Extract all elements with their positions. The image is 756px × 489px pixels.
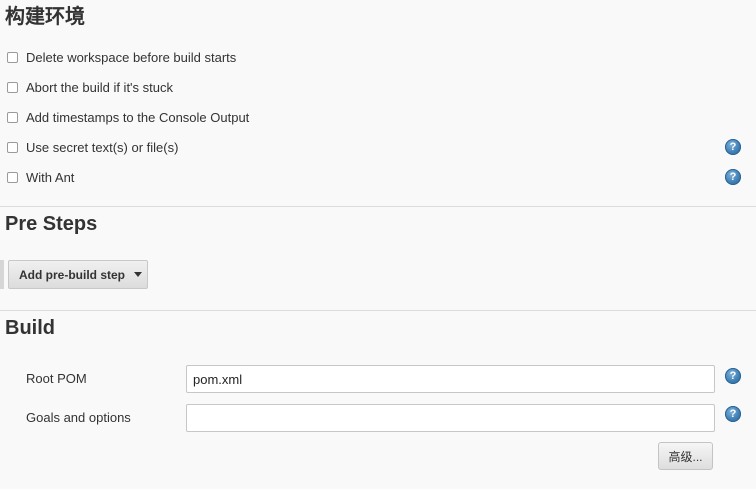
option-abort-if-stuck[interactable]: Abort the build if it's stuck: [7, 77, 173, 97]
option-label-use-secret-text: Use secret text(s) or file(s): [26, 139, 179, 155]
section-title-pre-steps: Pre Steps: [5, 213, 98, 235]
option-add-timestamps[interactable]: Add timestamps to the Console Output: [7, 107, 249, 127]
section-title-build-environment: 构建环境: [5, 6, 85, 28]
root-pom-input[interactable]: [186, 365, 715, 393]
checkbox-delete-workspace[interactable]: [7, 51, 18, 63]
root-pom-label: Root POM: [26, 371, 87, 386]
checkbox-add-timestamps[interactable]: [7, 111, 18, 123]
option-label-with-ant: With Ant: [26, 169, 75, 185]
checkbox-abort-if-stuck[interactable]: [7, 81, 18, 93]
help-icon-with-ant[interactable]: ?: [725, 169, 741, 185]
section-edge-marker: [0, 260, 4, 289]
option-with-ant[interactable]: With Ant: [7, 167, 74, 187]
checkbox-with-ant[interactable]: [7, 171, 18, 183]
goals-options-label: Goals and options: [26, 410, 131, 425]
add-pre-build-step-button[interactable]: Add pre-build step: [8, 260, 148, 289]
caret-down-icon: [134, 272, 142, 277]
help-icon-secret-text[interactable]: ?: [725, 139, 741, 155]
option-delete-workspace[interactable]: Delete workspace before build starts: [7, 47, 236, 67]
option-use-secret-text[interactable]: Use secret text(s) or file(s): [7, 137, 178, 157]
option-label-delete-workspace: Delete workspace before build starts: [26, 49, 237, 65]
section-title-build: Build: [5, 317, 55, 339]
advanced-button[interactable]: 高级...: [658, 442, 713, 470]
option-label-add-timestamps: Add timestamps to the Console Output: [26, 109, 250, 125]
help-icon-root-pom[interactable]: ?: [725, 368, 741, 384]
goals-options-input[interactable]: [186, 404, 715, 432]
section-divider: [0, 310, 756, 311]
option-label-abort-if-stuck: Abort the build if it's stuck: [26, 79, 173, 95]
help-icon-goals-options[interactable]: ?: [725, 406, 741, 422]
add-pre-build-step-label: Add pre-build step: [19, 267, 125, 282]
section-divider: [0, 206, 756, 207]
checkbox-use-secret-text[interactable]: [7, 141, 18, 153]
